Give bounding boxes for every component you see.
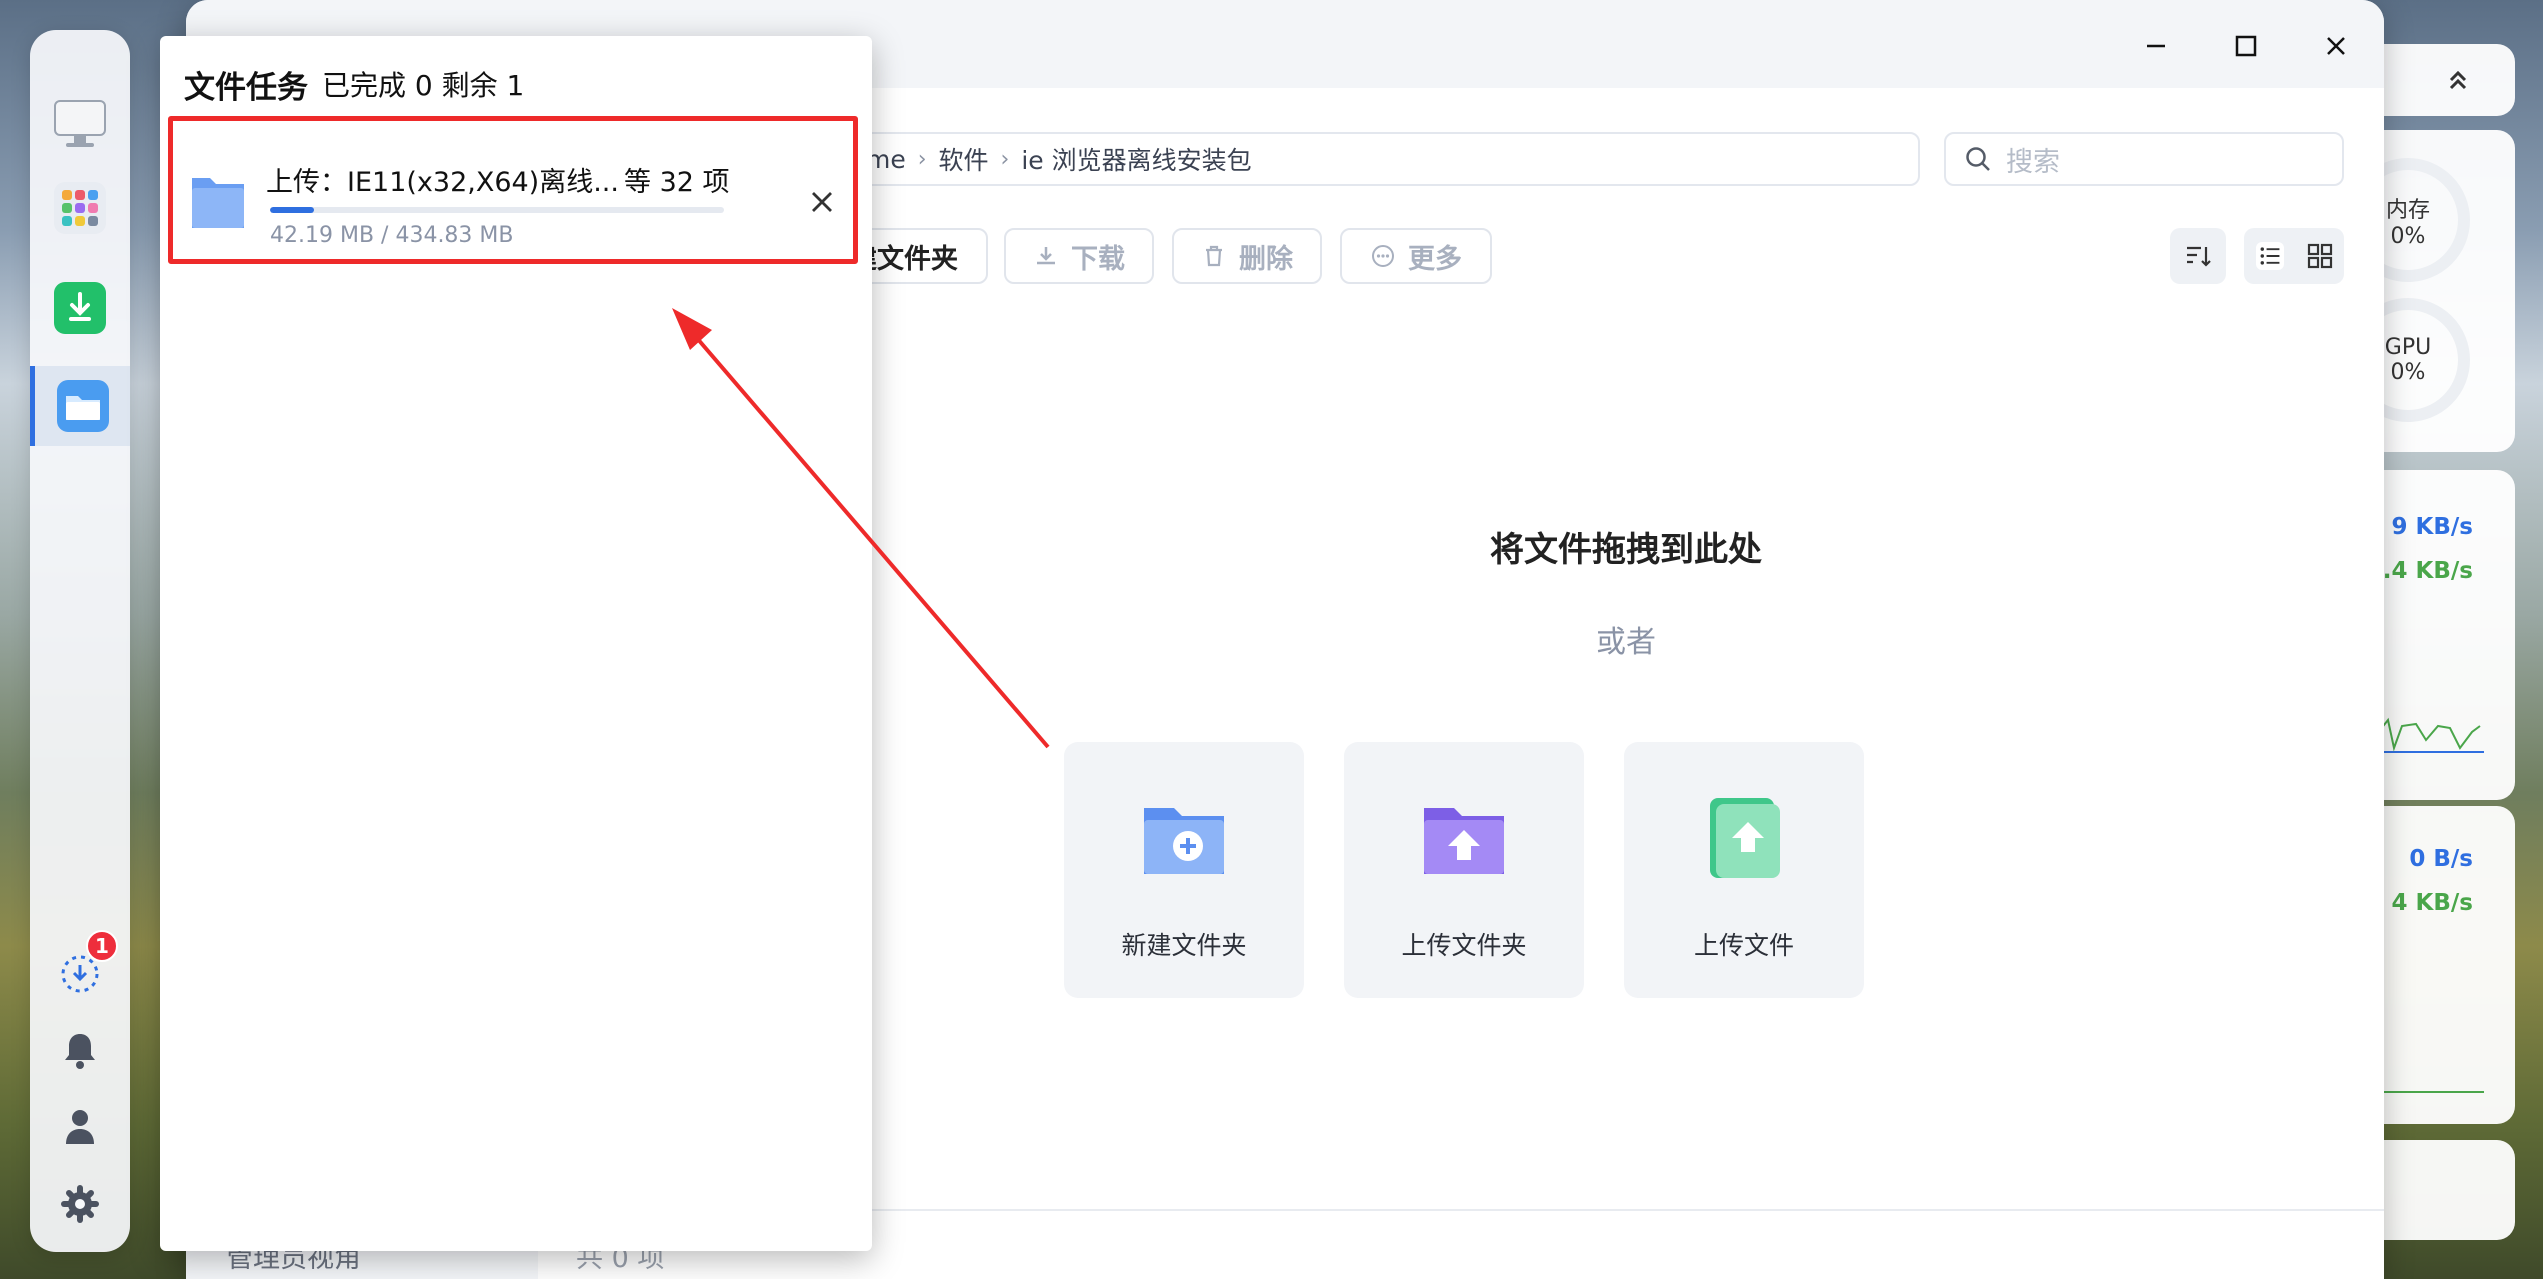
network-graph-2 [2380, 1091, 2484, 1093]
breadcrumb: 挂载 › home › 软件 › ie 浏览器离线安装包 [750, 132, 1920, 186]
task-progress-bar [270, 207, 724, 213]
memory-value: 0% [2390, 223, 2426, 249]
chevron-right-icon: › [1000, 146, 1010, 172]
upload-file-icon [1710, 798, 1780, 878]
new-folder-card-label: 新建文件夹 [1121, 931, 1247, 960]
task-count: 等 32 项 [624, 167, 730, 198]
folder-icon [192, 178, 244, 228]
gear-icon [61, 1185, 99, 1223]
close-icon [812, 192, 832, 212]
maximize-button[interactable] [2226, 26, 2266, 66]
trash-icon [1206, 245, 1222, 267]
popup-title: 文件任务 [184, 70, 308, 106]
sort-icon [2187, 246, 2211, 267]
upload-folder-card[interactable]: 上传文件夹 [1344, 742, 1584, 998]
file-manager-app[interactable] [30, 366, 130, 446]
upload-file-card[interactable]: 上传文件 [1624, 742, 1864, 998]
desktop-app[interactable] [30, 84, 130, 164]
new-folder-card[interactable]: 新建文件夹 [1064, 742, 1304, 998]
desktop-monitor-icon [54, 100, 106, 147]
download-button[interactable]: 下载 [1004, 228, 1154, 284]
task-name: 上传：IE11(x32,X64)离线... [266, 167, 619, 198]
delete-label: 删除 [1239, 243, 1293, 275]
task-progress[interactable]: 1 [30, 930, 130, 1014]
gpu-label: GPU [2384, 335, 2432, 360]
more-button[interactable]: 更多 [1340, 228, 1492, 284]
user-account[interactable] [30, 1086, 130, 1166]
more-label: 更多 [1408, 243, 1462, 275]
search-input[interactable]: 搜索 [1944, 132, 2344, 186]
gpu-value: 0% [2390, 360, 2426, 385]
net2-upload: 0 B/s [2409, 846, 2473, 872]
minimize-button[interactable] [2136, 26, 2176, 66]
left-dock: 1 [30, 30, 130, 1252]
chevron-right-icon: › [917, 146, 927, 172]
upload-folder-icon [1424, 808, 1504, 874]
new-folder-icon [1144, 808, 1224, 874]
minimize-icon [2147, 44, 2165, 48]
download-app-icon [54, 282, 106, 334]
upload-folder-card-label: 上传文件夹 [1401, 931, 1527, 960]
download-app[interactable] [30, 268, 130, 348]
search-placeholder: 搜索 [2006, 146, 2060, 178]
task-size: 42.19 MB / 434.83 MB [270, 223, 514, 248]
delete-button[interactable]: 删除 [1172, 228, 1322, 284]
notifications[interactable] [30, 1010, 130, 1090]
maximize-icon [2235, 35, 2257, 57]
drop-zone-or: 或者 [1596, 625, 1656, 660]
app-center[interactable] [30, 168, 130, 248]
popup-status: 已完成 0 剩余 1 [322, 69, 525, 102]
list-view-icon[interactable] [2255, 242, 2284, 270]
window-close-button[interactable] [2316, 26, 2356, 66]
task-progress-fill [270, 207, 315, 213]
chevron-up-icon[interactable] [2446, 68, 2470, 92]
grid-view-icon[interactable] [2307, 243, 2333, 269]
memory-label: 内存 [2385, 197, 2430, 223]
settings[interactable] [30, 1164, 130, 1244]
close-icon [2327, 37, 2345, 55]
user-icon [66, 1110, 94, 1144]
more-icon [1372, 245, 1394, 267]
task-cancel-button[interactable] [804, 184, 840, 220]
view-toggle [2244, 228, 2344, 284]
net1-upload: 9 KB/s [2391, 514, 2473, 540]
bell-icon [65, 1034, 95, 1069]
file-manager-icon [56, 380, 109, 432]
download-icon [1037, 247, 1055, 265]
app-grid-icon [54, 182, 106, 234]
file-task-popup: 文件任务 已完成 0 剩余 1 上传：IE11(x32,X64)离线... 等 … [160, 36, 872, 1251]
upload-file-card-label: 上传文件 [1693, 931, 1794, 960]
breadcrumb-item[interactable]: 软件 [939, 141, 989, 177]
task-count-badge: 1 [86, 930, 118, 962]
drop-zone-title: 将文件拖拽到此处 [1490, 530, 1762, 570]
sort-button[interactable] [2170, 228, 2226, 284]
download-label: 下载 [1071, 243, 1125, 275]
network-graph [2380, 717, 2484, 753]
net2-download: 4 KB/s [2391, 890, 2473, 916]
search-icon [1966, 147, 1990, 171]
breadcrumb-item[interactable]: ie 浏览器离线安装包 [1021, 141, 1251, 177]
